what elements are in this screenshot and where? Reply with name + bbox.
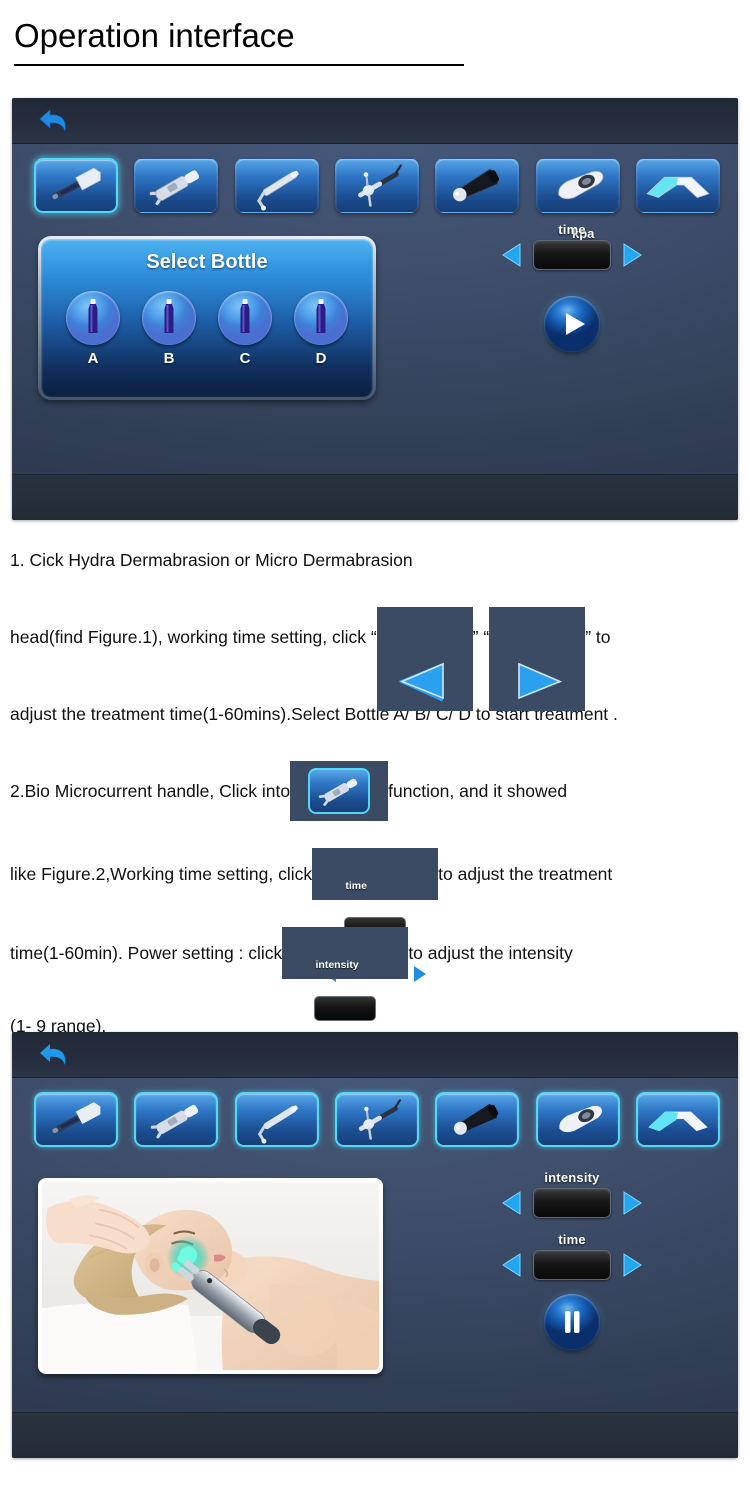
treatment-photo	[42, 1182, 379, 1370]
tool-button-led-mask[interactable]	[635, 1092, 720, 1147]
back-arrow-icon[interactable]	[36, 104, 76, 138]
bottle-label-b: B	[163, 350, 175, 367]
inline-time-stepper-icon: time	[312, 848, 439, 982]
bottle-button-row: A B C D	[55, 291, 359, 367]
treatment-photo-frame	[38, 1178, 383, 1374]
bottle-item-a: A	[62, 291, 124, 367]
figure1-bottom-bar	[12, 474, 738, 520]
time-readout[interactable]	[533, 1250, 611, 1280]
instruction-line-1-text: 1. Cick Hydra Dermabrasion or Micro Derm…	[10, 550, 413, 570]
intensity-label: intensity	[544, 1170, 600, 1185]
select-bottle-panel: Select Bottle A B C D	[38, 236, 376, 400]
figure2-handle-toolbar	[34, 1092, 720, 1147]
instruction-line-6: time(1-60min). Power setting : click int…	[10, 927, 746, 1061]
instruction-line-2-text-a: head(find Figure.1), working time settin…	[10, 627, 377, 647]
time-readout[interactable]	[533, 240, 611, 270]
figure1-body: Select Bottle A B C D kpa time	[12, 144, 738, 520]
instruction-line-5: like Figure.2,Working time setting, clic…	[10, 848, 746, 982]
intensity-control-group: intensity	[482, 1170, 662, 1218]
tool-button-cold-hammer[interactable]	[435, 1092, 520, 1147]
inline-intensity-right-triangle-icon	[381, 998, 398, 1061]
time-stepper	[482, 1250, 662, 1280]
inline-intensity-stepper-icon: intensity	[282, 927, 409, 1061]
figure-2-device-screen: intensity time	[12, 1032, 738, 1458]
instruction-line-2-text-c: ” to	[585, 627, 611, 647]
intensity-decrease-left-triangle-icon[interactable]	[500, 1189, 524, 1217]
figure2-control-panel: intensity time	[482, 1170, 662, 1350]
inline-intensity-left-triangle-icon	[292, 998, 309, 1061]
tool-button-skin-scrubber[interactable]	[535, 158, 620, 213]
inline-right-triangle-icon	[489, 607, 586, 711]
bottle-item-c: C	[214, 291, 276, 367]
time-label: time	[558, 222, 586, 237]
page-title: Operation interface	[14, 17, 295, 54]
inline-time-right-triangle-icon	[411, 919, 428, 982]
tool-button-hydra-dermabrasion[interactable]	[34, 158, 118, 213]
pause-button[interactable]	[544, 1294, 600, 1350]
bottle-label-c: C	[239, 350, 251, 367]
instruction-line-1: 1. Cick Hydra Dermabrasion or Micro Derm…	[10, 540, 746, 580]
time-decrease-left-triangle-icon[interactable]	[500, 241, 524, 269]
intensity-increase-right-triangle-icon[interactable]	[620, 1189, 644, 1217]
bottle-item-b: B	[138, 291, 200, 367]
time-decrease-left-triangle-icon[interactable]	[500, 1251, 524, 1279]
inline-bio-microcurrent-tile	[308, 768, 371, 814]
instruction-line-2: head(find Figure.1), working time settin…	[10, 607, 746, 711]
tool-button-bio-microcurrent[interactable]	[134, 1092, 219, 1147]
time-label: time	[558, 1232, 586, 1247]
inline-time-stepper-label: time	[345, 880, 367, 892]
inline-intensity-readout	[314, 996, 377, 1021]
figure2-top-bar	[12, 1032, 738, 1078]
start-play-button[interactable]	[544, 296, 600, 352]
bottle-button-b[interactable]	[142, 291, 196, 345]
bottle-button-d[interactable]	[294, 291, 348, 345]
select-bottle-title: Select Bottle	[146, 251, 268, 273]
time-stepper	[482, 240, 662, 270]
inline-intensity-stepper-label: intensity	[315, 959, 359, 971]
instruction-line-4-text-a: 2.Bio Microcurrent handle, Click into	[10, 781, 291, 801]
intensity-readout[interactable]	[533, 1188, 611, 1218]
tool-button-bio-microcurrent[interactable]	[134, 158, 219, 213]
page-title-block: Operation interface	[14, 14, 474, 66]
select-bottle-inner: Select Bottle A B C D	[41, 239, 373, 397]
time-control-group: time	[482, 1232, 662, 1280]
tool-button-skin-scrubber[interactable]	[535, 1092, 620, 1147]
instruction-line-5-text-a: like Figure.2,Working time setting, clic…	[10, 864, 313, 884]
tool-button-cold-hammer[interactable]	[435, 158, 520, 213]
bottle-item-d: D	[290, 291, 352, 367]
figure2-bottom-bar	[12, 1412, 738, 1458]
bottle-label-d: D	[315, 350, 327, 367]
figure1-top-bar	[12, 98, 738, 144]
inline-intensity-stepper-row	[286, 996, 404, 1061]
tool-button-ultrasonic-scrubber[interactable]	[234, 158, 319, 213]
instruction-line-2-text-b: ” “	[472, 627, 490, 647]
bottle-button-c[interactable]	[218, 291, 272, 345]
back-arrow-icon[interactable]	[36, 1038, 76, 1072]
tool-button-spray-gun[interactable]	[334, 158, 419, 213]
inline-bio-microcurrent-handle-icon	[290, 761, 389, 821]
tool-button-led-mask[interactable]	[635, 158, 720, 213]
tool-button-ultrasonic-scrubber[interactable]	[234, 1092, 319, 1147]
inline-left-triangle-icon	[376, 607, 473, 711]
bottle-button-a[interactable]	[66, 291, 120, 345]
instruction-text-block: 1. Cick Hydra Dermabrasion or Micro Derm…	[10, 540, 746, 1073]
time-increase-right-triangle-icon[interactable]	[620, 241, 644, 269]
instruction-line-6-text-a: time(1-60min). Power setting : click	[10, 943, 283, 963]
title-divider	[14, 64, 464, 66]
bottle-label-a: A	[87, 350, 99, 367]
instruction-line-5-text-b: to adjust the treatment	[438, 864, 613, 884]
tool-button-spray-gun[interactable]	[334, 1092, 419, 1147]
instruction-line-4-text-b: function, and it showed	[388, 781, 568, 801]
intensity-stepper	[482, 1188, 662, 1218]
figure-1-device-screen: Select Bottle A B C D kpa time	[12, 98, 738, 520]
time-increase-right-triangle-icon[interactable]	[620, 1251, 644, 1279]
figure2-body: intensity time	[12, 1078, 738, 1458]
instruction-line-4: 2.Bio Microcurrent handle, Click into fu…	[10, 761, 746, 821]
figure1-handle-toolbar	[34, 158, 720, 213]
figure1-control-panel: time	[482, 222, 662, 352]
tool-button-hydra-dermabrasion[interactable]	[34, 1092, 118, 1147]
